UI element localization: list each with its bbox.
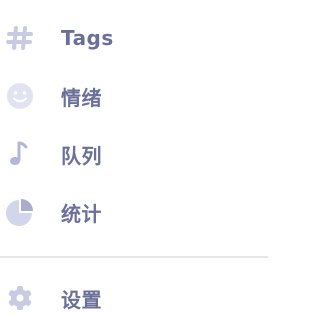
- menu-item-settings[interactable]: 设置: [0, 278, 268, 318]
- menu-divider: [0, 256, 268, 258]
- menu-item-label: 统计: [61, 201, 102, 226]
- menu-item-queue[interactable]: 队列: [0, 134, 268, 174]
- menu-item-label: 情绪: [61, 85, 102, 110]
- menu-item-tags[interactable]: Tags: [0, 18, 268, 58]
- smiley-icon: [5, 81, 35, 111]
- music-note-icon: [5, 139, 35, 169]
- side-menu: Tags 情绪 队列 统计 设置: [0, 0, 268, 323]
- menu-item-label: 队列: [61, 143, 102, 168]
- menu-item-label: 设置: [61, 287, 102, 312]
- pie-chart-icon: [5, 197, 35, 227]
- hash-icon: [5, 23, 35, 53]
- menu-item-stats[interactable]: 统计: [0, 192, 268, 232]
- menu-item-mood[interactable]: 情绪: [0, 76, 268, 116]
- gear-icon: [5, 283, 35, 313]
- menu-item-label: Tags: [61, 26, 114, 50]
